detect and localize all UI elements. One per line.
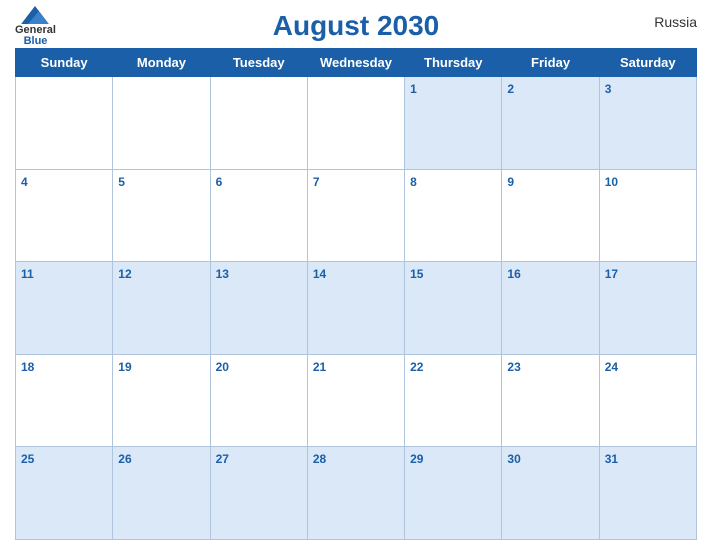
calendar-cell: 4 (16, 169, 113, 262)
day-number: 3 (605, 82, 612, 96)
day-number: 13 (216, 267, 229, 281)
day-number: 27 (216, 452, 229, 466)
calendar-cell: 16 (502, 262, 599, 355)
calendar-cell: 26 (113, 447, 210, 540)
calendar-cell: 13 (210, 262, 307, 355)
calendar-cell: 23 (502, 354, 599, 447)
week-row-1: 1 2 3 (16, 77, 697, 170)
day-number: 8 (410, 175, 417, 189)
calendar-cell: 8 (405, 169, 502, 262)
calendar-cell: 11 (16, 262, 113, 355)
calendar-cell: 10 (599, 169, 696, 262)
calendar-cell: 2 (502, 77, 599, 170)
weekday-header-saturday: Saturday (599, 49, 696, 77)
day-number: 12 (118, 267, 131, 281)
logo: General Blue (15, 6, 56, 47)
day-number: 19 (118, 360, 131, 374)
calendar-cell: 25 (16, 447, 113, 540)
week-row-3: 11 12 13 14 15 16 17 (16, 262, 697, 355)
weekday-header-wednesday: Wednesday (307, 49, 404, 77)
week-row-5: 25 26 27 28 29 30 31 (16, 447, 697, 540)
day-number: 29 (410, 452, 423, 466)
country-label: Russia (654, 14, 697, 30)
day-number: 11 (21, 267, 34, 281)
day-number: 28 (313, 452, 326, 466)
calendar-cell: 6 (210, 169, 307, 262)
page-title: August 2030 (273, 10, 440, 42)
day-number: 26 (118, 452, 131, 466)
week-row-4: 18 19 20 21 22 23 24 (16, 354, 697, 447)
calendar-header: General Blue August 2030 Russia (15, 10, 697, 42)
day-number: 21 (313, 360, 326, 374)
week-row-2: 4 5 6 7 8 9 10 (16, 169, 697, 262)
day-number: 5 (118, 175, 125, 189)
logo-blue-text: Blue (24, 36, 48, 47)
weekday-header-thursday: Thursday (405, 49, 502, 77)
calendar-cell: 20 (210, 354, 307, 447)
calendar-cell: 24 (599, 354, 696, 447)
calendar-cell: 17 (599, 262, 696, 355)
calendar-cell (307, 77, 404, 170)
calendar-cell: 30 (502, 447, 599, 540)
day-number: 17 (605, 267, 618, 281)
day-number: 22 (410, 360, 423, 374)
day-number: 10 (605, 175, 618, 189)
day-number: 4 (21, 175, 28, 189)
weekday-header-row: SundayMondayTuesdayWednesdayThursdayFrid… (16, 49, 697, 77)
day-number: 9 (507, 175, 514, 189)
day-number: 2 (507, 82, 514, 96)
calendar-table: SundayMondayTuesdayWednesdayThursdayFrid… (15, 48, 697, 540)
calendar-cell: 1 (405, 77, 502, 170)
calendar-cell: 12 (113, 262, 210, 355)
day-number: 14 (313, 267, 326, 281)
calendar-cell (210, 77, 307, 170)
calendar-cell: 5 (113, 169, 210, 262)
day-number: 7 (313, 175, 320, 189)
day-number: 6 (216, 175, 223, 189)
logo-general-text: General (15, 25, 56, 36)
calendar-cell: 3 (599, 77, 696, 170)
day-number: 16 (507, 267, 520, 281)
day-number: 18 (21, 360, 34, 374)
calendar-cell: 31 (599, 447, 696, 540)
day-number: 20 (216, 360, 229, 374)
calendar-cell: 22 (405, 354, 502, 447)
calendar-cell: 29 (405, 447, 502, 540)
day-number: 30 (507, 452, 520, 466)
weekday-header-friday: Friday (502, 49, 599, 77)
calendar-cell (16, 77, 113, 170)
calendar-cell: 7 (307, 169, 404, 262)
calendar-cell: 15 (405, 262, 502, 355)
day-number: 24 (605, 360, 618, 374)
day-number: 15 (410, 267, 423, 281)
logo-icon (21, 6, 49, 24)
day-number: 23 (507, 360, 520, 374)
calendar-cell: 14 (307, 262, 404, 355)
calendar-cell: 28 (307, 447, 404, 540)
calendar-cell: 18 (16, 354, 113, 447)
weekday-header-tuesday: Tuesday (210, 49, 307, 77)
calendar-cell: 21 (307, 354, 404, 447)
calendar-cell: 19 (113, 354, 210, 447)
weekday-header-sunday: Sunday (16, 49, 113, 77)
calendar-cell: 27 (210, 447, 307, 540)
day-number: 1 (410, 82, 417, 96)
day-number: 31 (605, 452, 618, 466)
calendar-cell (113, 77, 210, 170)
weekday-header-monday: Monday (113, 49, 210, 77)
day-number: 25 (21, 452, 34, 466)
calendar-cell: 9 (502, 169, 599, 262)
